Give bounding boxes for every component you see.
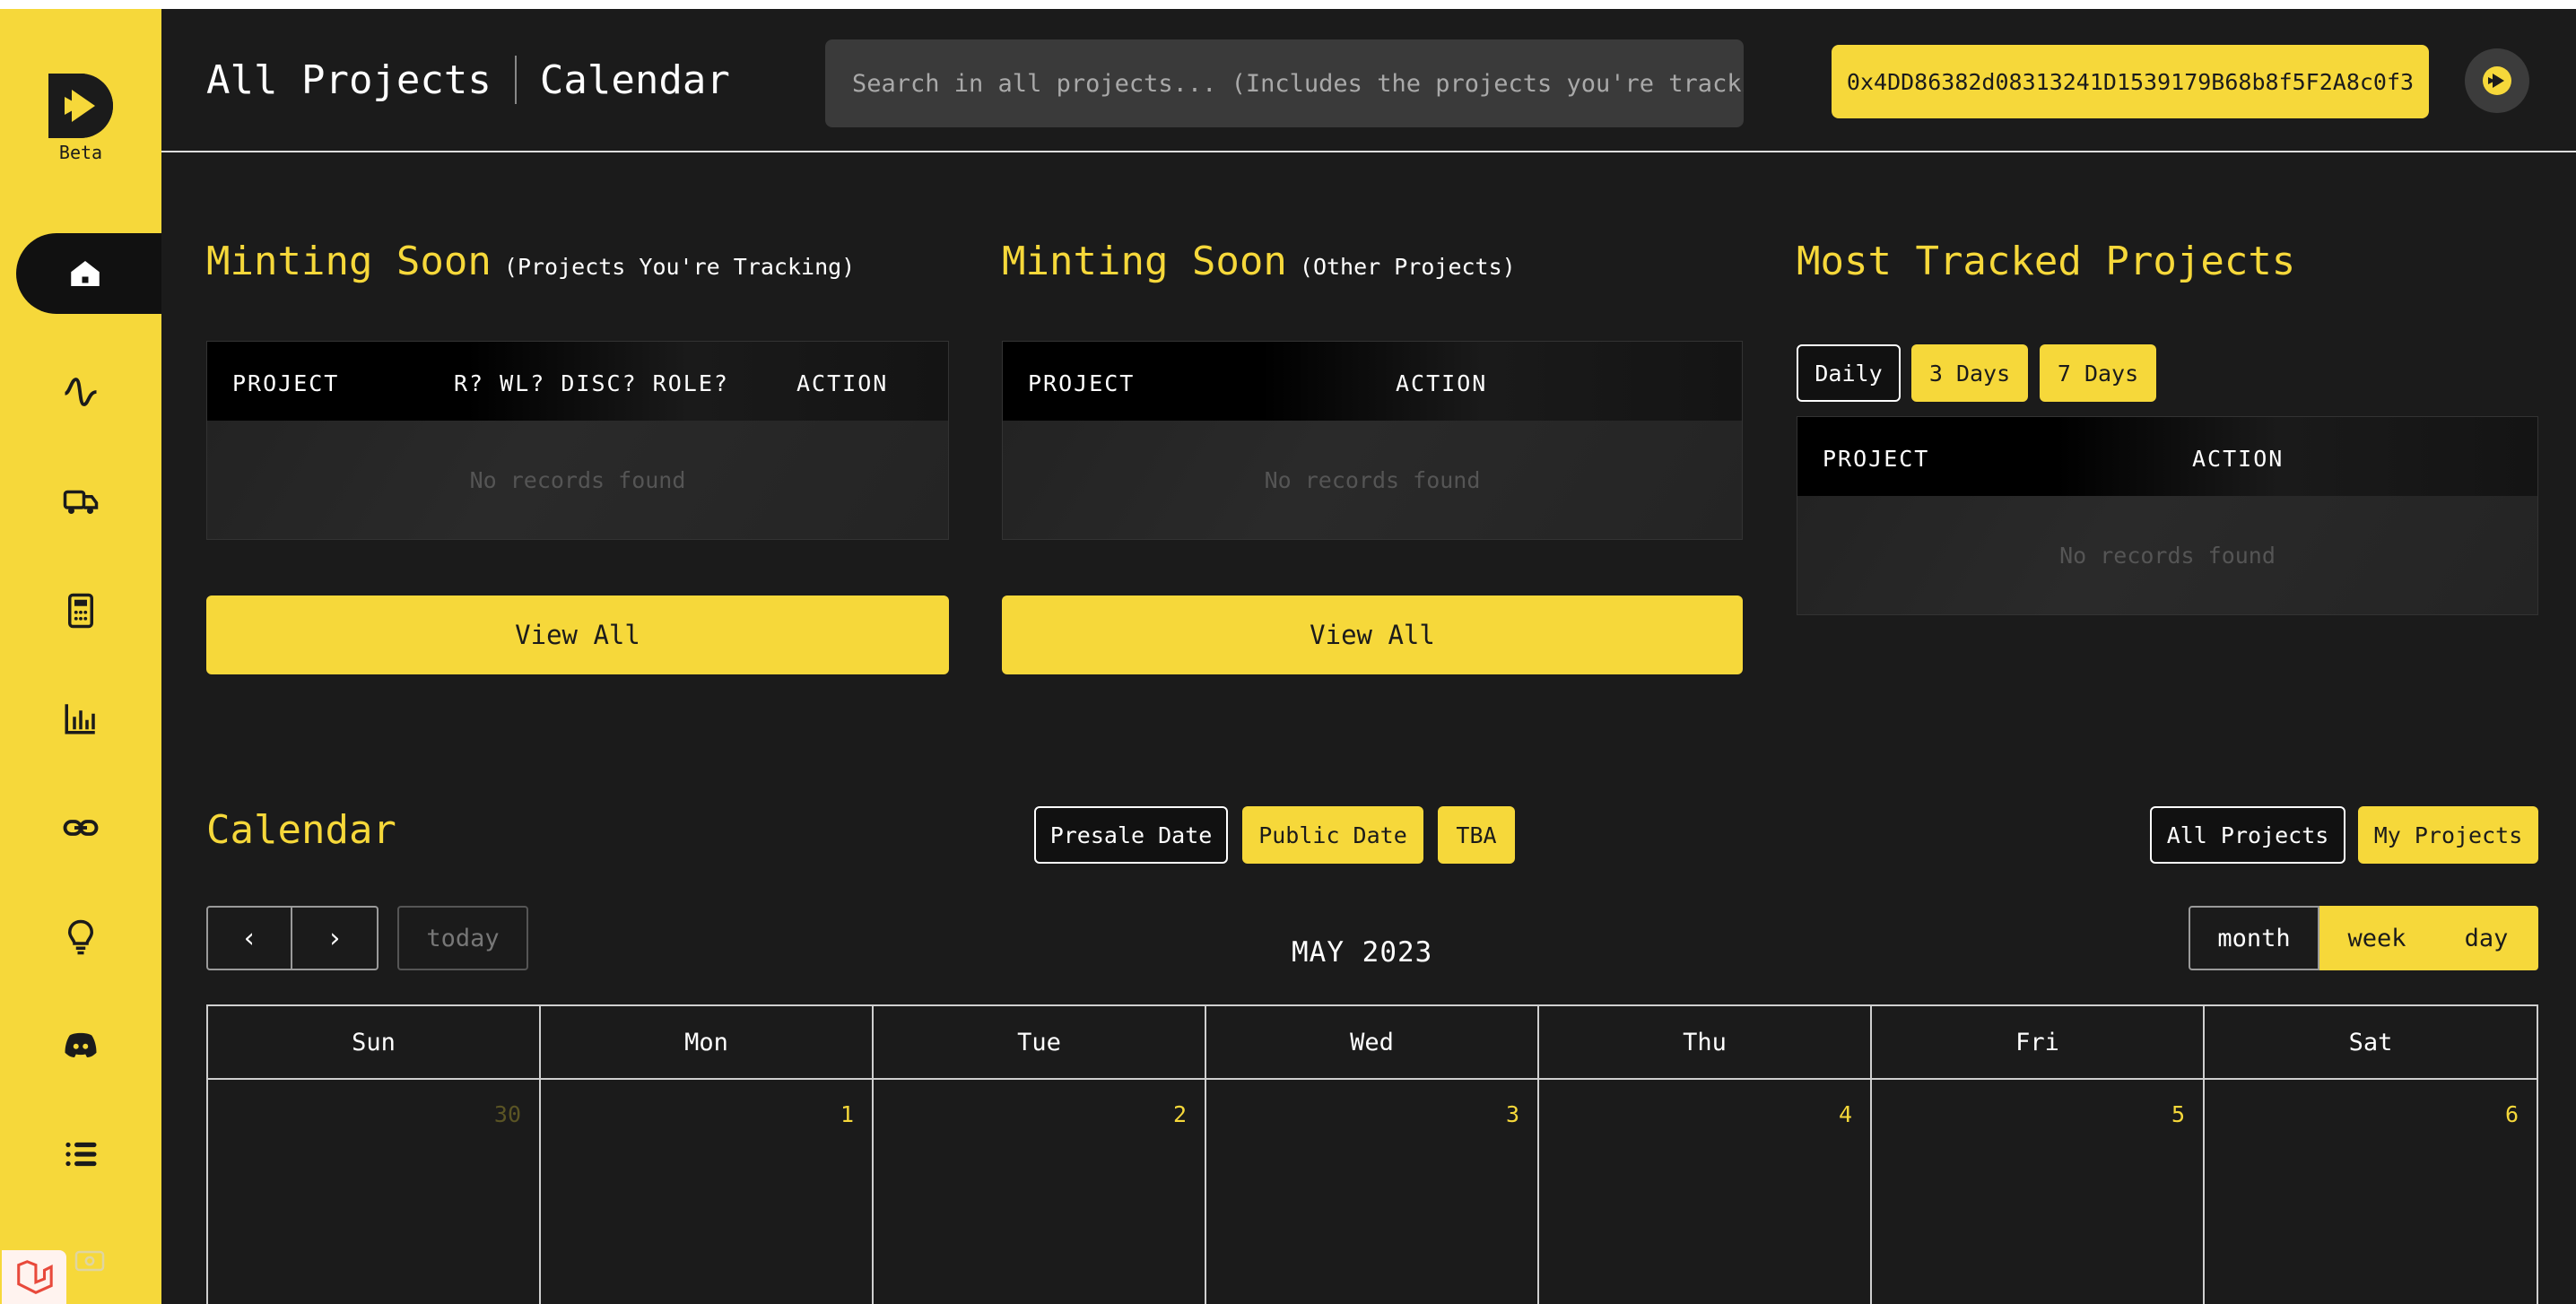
column-action: ACTION: [796, 370, 889, 396]
sidebar-item-calculator[interactable]: [0, 570, 161, 651]
list-icon: [65, 1142, 97, 1167]
avatar-logo-icon: [2483, 66, 2511, 95]
calendar-grid: Sun Mon Tue Wed Thu Fri Sat 30 1 2 3 4 5…: [206, 1004, 2538, 1304]
wallet-address-button[interactable]: 0x4DD86382d08313241D1539179B68b8f5F2A8c0…: [1832, 45, 2429, 118]
weekday-header: Tue: [874, 1006, 1206, 1080]
app-window: Beta All Projects Calendar Search in all…: [0, 9, 2576, 1304]
sidebar-item-activity[interactable]: [0, 352, 161, 432]
empty-state: No records found: [469, 466, 686, 493]
calendar-month-label: MAY 2023: [1292, 936, 1433, 969]
tracking-table: PROJECT R? WL? DISC? ROLE? ACTION No rec…: [206, 341, 949, 540]
calendar-day-cell[interactable]: 5: [1872, 1080, 2205, 1304]
view-all-other-button[interactable]: View All: [1002, 595, 1743, 674]
breadcrumb-divider: [514, 56, 517, 104]
panel-subtitle: (Other Projects): [1299, 254, 1516, 280]
weekday-header: Wed: [1206, 1006, 1539, 1080]
breadcrumb-calendar: Calendar: [539, 57, 730, 103]
other-projects-table: PROJECT ACTION No records found: [1002, 341, 1743, 540]
panel-title: Minting Soon: [206, 239, 492, 284]
link-icon: [63, 820, 99, 836]
calendar-title: Calendar: [206, 807, 396, 853]
next-button[interactable]: ›: [292, 906, 379, 970]
panel-title: Minting Soon: [1002, 239, 1287, 284]
view-switcher: month week day: [2189, 906, 2538, 970]
sidebar-item-ideas[interactable]: [0, 897, 161, 978]
calendar-day-cell[interactable]: 4: [1539, 1080, 1872, 1304]
sidebar-item-stats[interactable]: [0, 678, 161, 759]
calendar-day-cell[interactable]: 30: [208, 1080, 541, 1304]
truck-icon: [63, 490, 99, 514]
today-button[interactable]: today: [397, 906, 528, 970]
calendar-day-cell[interactable]: 2: [874, 1080, 1206, 1304]
calculator-icon: [68, 593, 93, 629]
weekday-header: Sun: [208, 1006, 541, 1080]
calendar-day-cell[interactable]: 1: [541, 1080, 874, 1304]
minting-soon-other-title: Minting Soon (Other Projects): [1002, 239, 1516, 284]
prev-button[interactable]: ‹: [206, 906, 292, 970]
activity-icon: [64, 378, 97, 406]
breadcrumb: All Projects Calendar: [206, 56, 730, 104]
most-tracked-table: PROJECT ACTION No records found: [1797, 416, 2538, 615]
avatar[interactable]: [2465, 48, 2529, 113]
view-week-button[interactable]: week: [2319, 906, 2434, 970]
sidebar-item-delivery[interactable]: [0, 461, 161, 542]
filter-presale-date[interactable]: Presale Date: [1034, 806, 1228, 864]
weekday-header: Thu: [1539, 1006, 1872, 1080]
home-icon: [71, 261, 100, 286]
top-header: All Projects Calendar Search in all proj…: [161, 9, 2576, 152]
day-number: 30: [493, 1101, 521, 1127]
column-project: PROJECT: [232, 370, 340, 396]
filter-my-projects[interactable]: My Projects: [2358, 806, 2538, 864]
table-header: PROJECT R? WL? DISC? ROLE? ACTION: [207, 342, 948, 421]
laravel-debug-badge[interactable]: [2, 1250, 66, 1304]
weekday-header: Sat: [2205, 1006, 2538, 1080]
weekday-header: Fri: [1872, 1006, 2205, 1080]
sidebar: Beta: [0, 9, 161, 1304]
search-input[interactable]: Search in all projects... (Includes the …: [825, 39, 1744, 127]
column-eligibility: R? WL? DISC? ROLE?: [454, 370, 729, 396]
breadcrumb-all-projects[interactable]: All Projects: [206, 57, 492, 103]
search-placeholder: Search in all projects... (Includes the …: [852, 69, 1744, 98]
day-number: 4: [1838, 1101, 1852, 1127]
sidebar-item-discord[interactable]: [0, 1004, 161, 1085]
table-header: PROJECT ACTION: [1003, 342, 1742, 421]
lightbulb-icon: [67, 919, 94, 955]
discord-icon: [65, 1032, 97, 1057]
filter-daily[interactable]: Daily: [1797, 344, 1901, 402]
calendar-day-cell[interactable]: 3: [1206, 1080, 1539, 1304]
calendar-day-cell[interactable]: 6: [2205, 1080, 2538, 1304]
column-project: PROJECT: [1823, 446, 1930, 472]
laravel-icon: [17, 1260, 53, 1294]
view-month-button[interactable]: month: [2189, 906, 2319, 970]
filter-7-days[interactable]: 7 Days: [2040, 344, 2156, 402]
sidebar-item-list[interactable]: [0, 1114, 161, 1195]
empty-state: No records found: [1264, 466, 1481, 493]
sidebar-item-links[interactable]: [0, 787, 161, 868]
table-header: PROJECT ACTION: [1797, 417, 2537, 496]
sidebar-item-home[interactable]: [16, 233, 161, 314]
day-number: 5: [2171, 1101, 2185, 1127]
logo-label: Beta: [58, 142, 103, 163]
filter-tba[interactable]: TBA: [1438, 806, 1515, 864]
column-project: PROJECT: [1028, 370, 1136, 396]
view-all-tracking-button[interactable]: View All: [206, 595, 949, 674]
filter-3-days[interactable]: 3 Days: [1911, 344, 2028, 402]
filter-public-date[interactable]: Public Date: [1242, 806, 1423, 864]
day-number: 6: [2504, 1101, 2519, 1127]
empty-state: No records found: [2059, 542, 2276, 569]
day-number: 1: [840, 1101, 854, 1127]
bar-chart-icon: [65, 704, 95, 735]
column-action: ACTION: [1396, 370, 1488, 396]
logo-icon[interactable]: [45, 70, 117, 142]
minting-soon-tracking-title: Minting Soon (Projects You're Tracking): [206, 239, 855, 284]
devtools-icon[interactable]: [72, 1243, 108, 1279]
column-action: ACTION: [2192, 446, 2284, 472]
panel-subtitle: (Projects You're Tracking): [503, 254, 856, 280]
most-tracked-title: Most Tracked Projects: [1797, 239, 2296, 284]
weekday-header: Mon: [541, 1006, 874, 1080]
day-number: 3: [1505, 1101, 1519, 1127]
filter-all-projects[interactable]: All Projects: [2150, 806, 2345, 864]
view-day-button[interactable]: day: [2434, 906, 2538, 970]
day-number: 2: [1172, 1101, 1187, 1127]
